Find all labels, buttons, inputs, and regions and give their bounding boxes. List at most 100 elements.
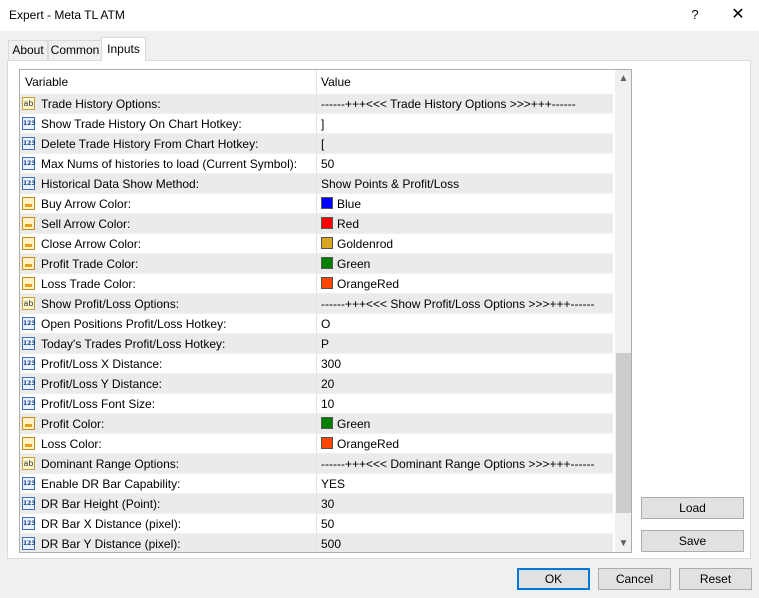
- load-button[interactable]: Load: [641, 497, 744, 519]
- grid-row[interactable]: DR Bar Y Distance (pixel): 500: [20, 534, 613, 552]
- variable-value[interactable]: YES: [321, 477, 345, 491]
- grid-row[interactable]: Profit/Loss Y Distance: 20: [20, 374, 613, 394]
- grid-row[interactable]: Profit/Loss Font Size: 10: [20, 394, 613, 414]
- column-divider: [316, 274, 317, 294]
- column-divider: [316, 374, 317, 394]
- scroll-down-arrow-icon[interactable]: ▼: [615, 535, 631, 552]
- variable-name: Trade History Options:: [41, 97, 161, 111]
- variable-value[interactable]: Goldenrod: [337, 237, 393, 251]
- grid-row[interactable]: Trade History Options: ------+++<<< Trade…: [20, 94, 613, 114]
- tab-common[interactable]: Common: [48, 40, 102, 60]
- grid-row[interactable]: Close Arrow Color: Goldenrod: [20, 234, 613, 254]
- grid-row[interactable]: Loss Trade Color: OrangeRed: [20, 274, 613, 294]
- numeric-type-icon: [22, 137, 35, 150]
- variable-value[interactable]: O: [321, 317, 330, 331]
- grid-row[interactable]: DR Bar Height (Point): 30: [20, 494, 613, 514]
- column-header-value[interactable]: Value: [321, 75, 351, 89]
- grid-row[interactable]: Buy Arrow Color: Blue: [20, 194, 613, 214]
- variable-value[interactable]: P: [321, 337, 329, 351]
- grid-row[interactable]: Historical Data Show Method: Show Points …: [20, 174, 613, 194]
- variable-value[interactable]: Green: [337, 417, 370, 431]
- variable-value[interactable]: 50: [321, 517, 334, 531]
- cancel-button[interactable]: Cancel: [598, 568, 671, 590]
- grid-row[interactable]: Loss Color: OrangeRed: [20, 434, 613, 454]
- column-divider: [316, 414, 317, 434]
- grid-row[interactable]: Show Profit/Loss Options: ------+++<<< Sh…: [20, 294, 613, 314]
- variable-value[interactable]: 500: [321, 537, 341, 551]
- variable-value[interactable]: OrangeRed: [337, 437, 399, 451]
- variable-name: Profit/Loss Y Distance:: [41, 377, 162, 391]
- scroll-up-arrow-icon[interactable]: ▲: [615, 70, 631, 87]
- variable-value[interactable]: Show Points & Profit/Loss: [321, 177, 459, 191]
- grid-row[interactable]: Show Trade History On Chart Hotkey:]: [20, 114, 613, 134]
- color-swatch[interactable]: [321, 257, 333, 269]
- numeric-type-icon: [22, 157, 35, 170]
- grid-row[interactable]: Sell Arrow Color: Red: [20, 214, 613, 234]
- numeric-type-icon: [22, 537, 35, 550]
- variable-value[interactable]: 20: [321, 377, 334, 391]
- column-divider: [316, 314, 317, 334]
- column-divider: [316, 354, 317, 374]
- grid-row[interactable]: Enable DR Bar Capability: YES: [20, 474, 613, 494]
- variable-value[interactable]: Red: [337, 217, 359, 231]
- variable-value[interactable]: 30: [321, 497, 334, 511]
- scrollbar-thumb[interactable]: [616, 353, 631, 513]
- grid-row[interactable]: Profit/Loss X Distance: 300: [20, 354, 613, 374]
- column-divider: [316, 174, 317, 194]
- variable-value[interactable]: [: [321, 137, 324, 151]
- color-swatch[interactable]: [321, 277, 333, 289]
- numeric-type-icon: [22, 117, 35, 130]
- grid-row[interactable]: Open Positions Profit/Loss Hotkey: O: [20, 314, 613, 334]
- variable-value[interactable]: ------+++<<< Dominant Range Options >>>+…: [321, 457, 594, 471]
- reset-button[interactable]: Reset: [679, 568, 752, 590]
- variable-value[interactable]: 10: [321, 397, 334, 411]
- color-type-icon: [22, 257, 35, 270]
- grid-row[interactable]: Max Nums of histories to load (Current S…: [20, 154, 613, 174]
- color-type-icon: [22, 197, 35, 210]
- column-divider: [316, 234, 317, 254]
- variable-value[interactable]: Green: [337, 257, 370, 271]
- column-divider: [316, 474, 317, 494]
- grid-row[interactable]: Profit Trade Color: Green: [20, 254, 613, 274]
- color-swatch[interactable]: [321, 437, 333, 449]
- column-header-variable[interactable]: Variable: [25, 75, 68, 89]
- column-divider: [316, 114, 317, 134]
- numeric-type-icon: [22, 317, 35, 330]
- tab-inputs[interactable]: Inputs: [101, 37, 146, 61]
- numeric-type-icon: [22, 177, 35, 190]
- window-title: Expert - Meta TL ATM: [9, 8, 125, 22]
- grid-row[interactable]: Profit Color: Green: [20, 414, 613, 434]
- variable-name: Max Nums of histories to load (Current S…: [41, 157, 298, 171]
- string-type-icon: [22, 457, 35, 470]
- variable-value[interactable]: 300: [321, 357, 341, 371]
- color-swatch[interactable]: [321, 237, 333, 249]
- variable-value[interactable]: ------+++<<< Show Profit/Loss Options >>…: [321, 297, 594, 311]
- grid-row[interactable]: Today's Trades Profit/Loss Hotkey: P: [20, 334, 613, 354]
- column-divider: [316, 94, 317, 114]
- variable-value[interactable]: Blue: [337, 197, 361, 211]
- color-swatch[interactable]: [321, 217, 333, 229]
- close-button[interactable]: ✕: [725, 2, 751, 28]
- tab-about[interactable]: About: [8, 40, 48, 60]
- color-type-icon: [22, 217, 35, 230]
- variable-value[interactable]: ------+++<<< Trade History Options >>>++…: [321, 97, 576, 111]
- column-divider: [316, 534, 317, 552]
- color-swatch[interactable]: [321, 417, 333, 429]
- numeric-type-icon: [22, 397, 35, 410]
- save-button[interactable]: Save: [641, 530, 744, 552]
- variable-value[interactable]: ]: [321, 117, 324, 131]
- grid-row[interactable]: Delete Trade History From Chart Hotkey: [: [20, 134, 613, 154]
- grid-row[interactable]: Dominant Range Options: ------+++<<< Domi…: [20, 454, 613, 474]
- column-divider: [316, 454, 317, 474]
- vertical-scrollbar[interactable]: ▲ ▼: [615, 70, 631, 552]
- grid-row[interactable]: DR Bar X Distance (pixel): 50: [20, 514, 613, 534]
- numeric-type-icon: [22, 517, 35, 530]
- ok-button[interactable]: OK: [517, 568, 590, 590]
- help-button[interactable]: ?: [683, 2, 707, 28]
- grid-header: Variable Value: [20, 70, 613, 95]
- variable-name: Show Trade History On Chart Hotkey:: [41, 117, 242, 131]
- variable-value[interactable]: OrangeRed: [337, 277, 399, 291]
- variable-name: Buy Arrow Color:: [41, 197, 132, 211]
- variable-value[interactable]: 50: [321, 157, 334, 171]
- color-swatch[interactable]: [321, 197, 333, 209]
